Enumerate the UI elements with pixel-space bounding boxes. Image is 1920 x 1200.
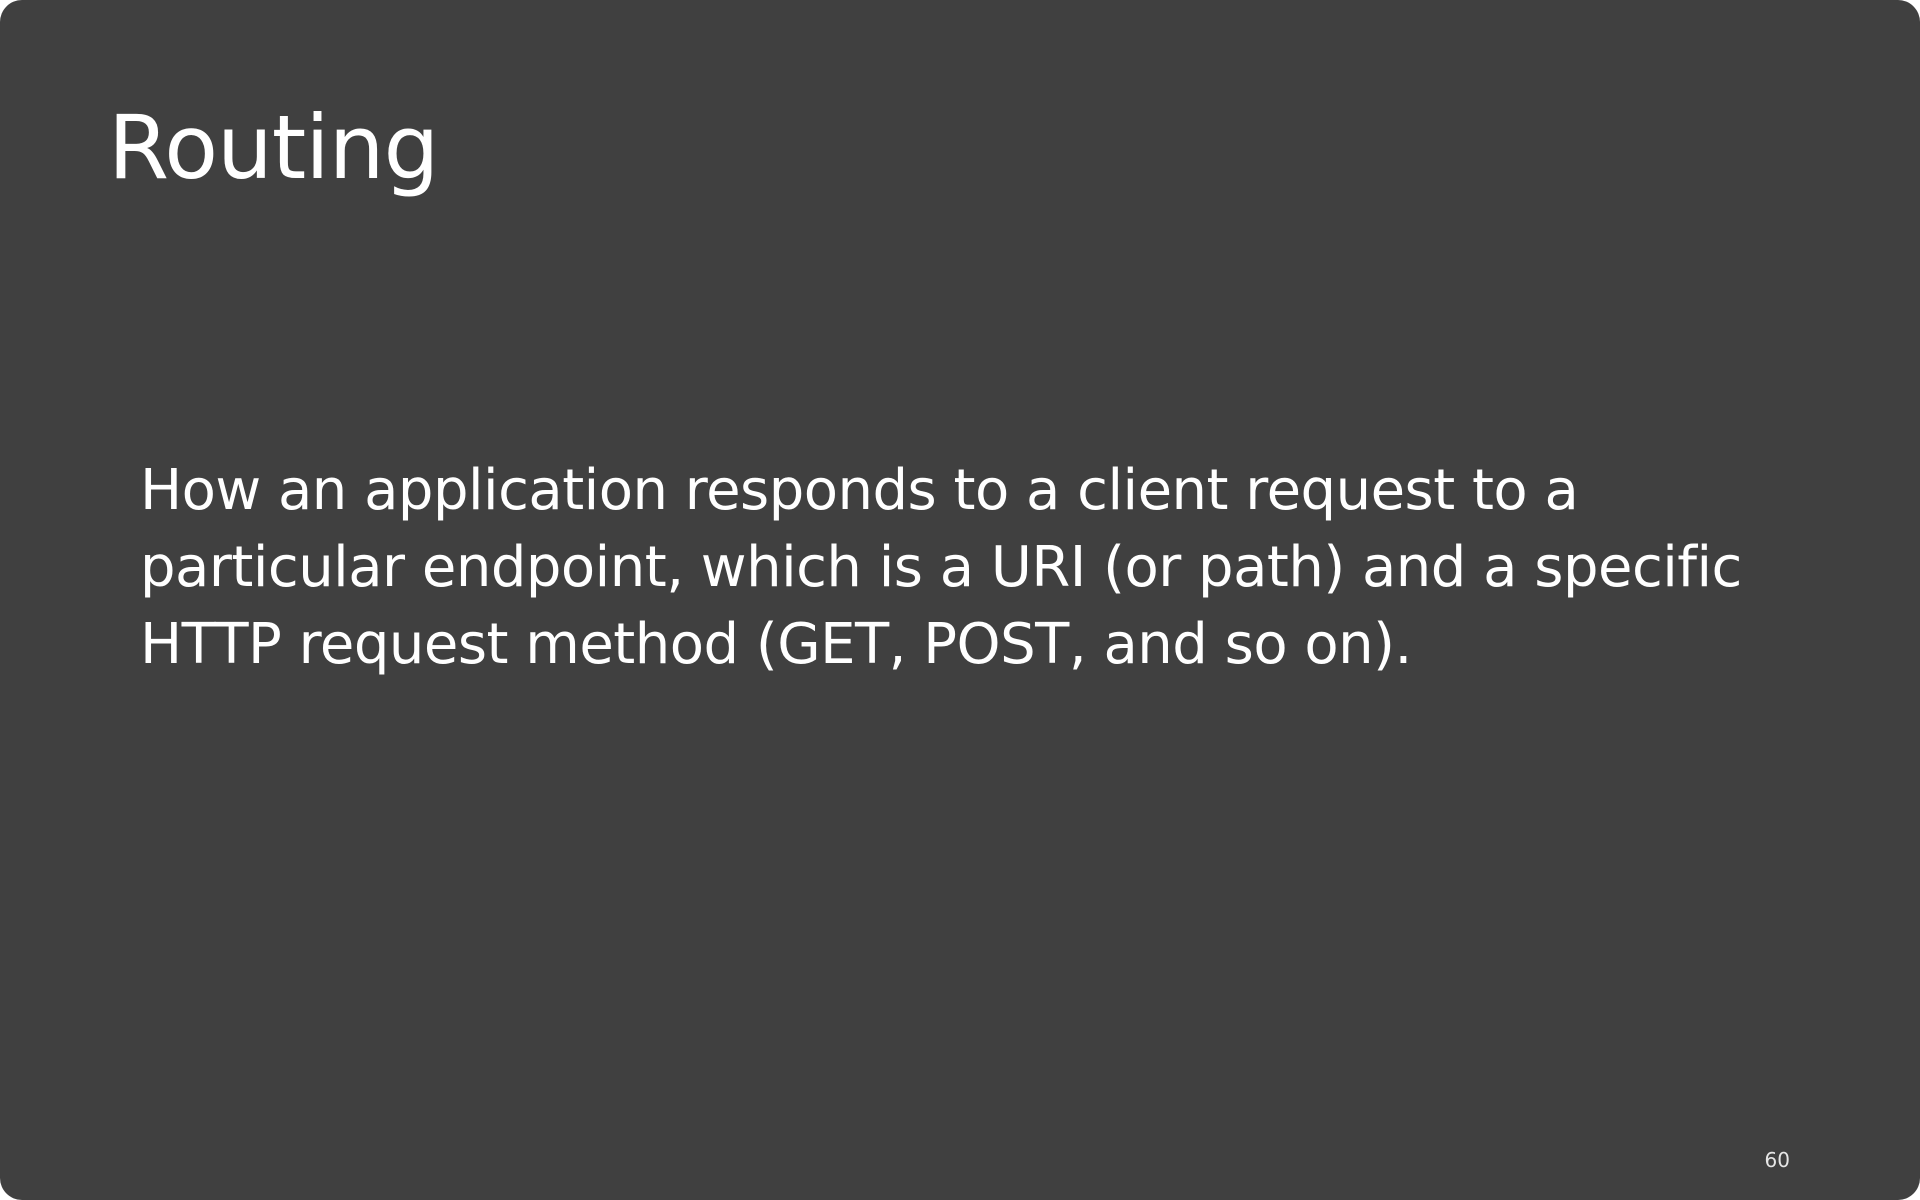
slide-body-text: How an application responds to a client … (140, 458, 1742, 677)
slide: Routing How an application responds to a… (0, 0, 1920, 1200)
slide-title: Routing (108, 96, 439, 199)
slide-number: 60 (1764, 1148, 1790, 1172)
